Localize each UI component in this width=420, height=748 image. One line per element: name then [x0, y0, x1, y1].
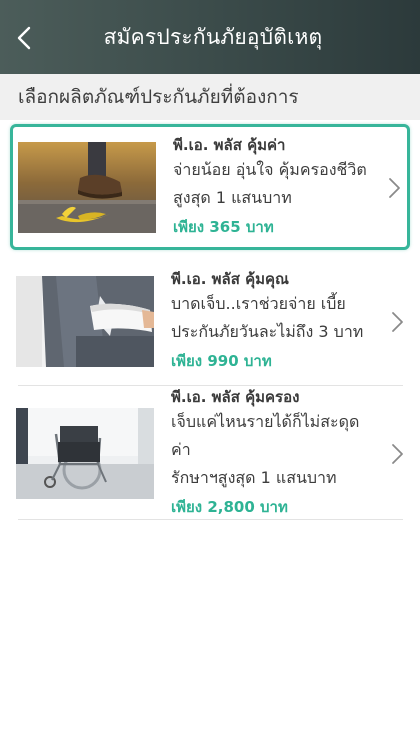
- chevron-left-icon: [17, 26, 31, 50]
- product-card-kummkhun[interactable]: พี.เอ. พลัส คุ้มคุณ บาดเจ็บ..เราช่วยจ่าย…: [10, 258, 410, 384]
- divider: [18, 519, 403, 520]
- chevron-right-icon: [392, 444, 403, 464]
- chevron-right-icon: [392, 312, 403, 332]
- product-desc-line2: ประกันภัยวันละไม่ถึง 3 บาท: [171, 322, 364, 341]
- arm-sling-photo: [16, 275, 154, 367]
- page-title: สมัครประกันภัยอุบัติเหตุ: [103, 24, 323, 49]
- banana-peel-slip-photo: [18, 141, 156, 233]
- chevron-right-icon: [389, 178, 400, 198]
- product-name: พี.เอ. พลัส คุ้มค่า: [173, 136, 286, 154]
- wheelchair-photo: [16, 407, 154, 499]
- product-name: พี.เอ. พลัส คุ้มครอง: [171, 388, 300, 406]
- back-button[interactable]: [10, 24, 38, 52]
- product-desc-line2: สูงสุด 1 แสนบาท: [173, 188, 292, 207]
- product-desc-line1: จ่ายน้อย อุ่นใจ คุ้มครองชีวิต: [173, 160, 367, 179]
- product-price: เพียง 365 บาท: [173, 218, 274, 236]
- product-info: พี.เอ. พลัส คุ้มครอง เจ็บแค่ไหนรายได้ก็ไ…: [171, 386, 376, 520]
- section-heading: เลือกผลิตภัณฑ์ประกันภัยที่ต้องการ: [0, 74, 420, 120]
- product-info: พี.เอ. พลัส คุ้มค่า จ่ายน้อย อุ่นใจ คุ้ม…: [173, 134, 378, 240]
- product-desc-line2: รักษาฯสูงสุด 1 แสนบาท: [171, 468, 337, 487]
- section-heading-text: เลือกผลิตภัณฑ์ประกันภัยที่ต้องการ: [18, 86, 299, 108]
- product-price: เพียง 2,800 บาท: [171, 498, 288, 516]
- product-info: พี.เอ. พลัส คุ้มคุณ บาดเจ็บ..เราช่วยจ่าย…: [171, 268, 376, 374]
- header-bar: สมัครประกันภัยอุบัติเหตุ: [0, 0, 420, 74]
- product-card-kummkhrong[interactable]: พี.เอ. พลัส คุ้มครอง เจ็บแค่ไหนรายได้ก็ไ…: [10, 388, 410, 516]
- product-name: พี.เอ. พลัส คุ้มคุณ: [171, 270, 289, 288]
- product-desc-line1: บาดเจ็บ..เราช่วยจ่าย เบี้ย: [171, 294, 346, 313]
- product-desc-line1: เจ็บแค่ไหนรายได้ก็ไม่สะดุด ค่า: [171, 412, 360, 459]
- product-card-kummka[interactable]: พี.เอ. พลัส คุ้มค่า จ่ายน้อย อุ่นใจ คุ้ม…: [10, 124, 410, 250]
- product-price: เพียง 990 บาท: [171, 352, 272, 370]
